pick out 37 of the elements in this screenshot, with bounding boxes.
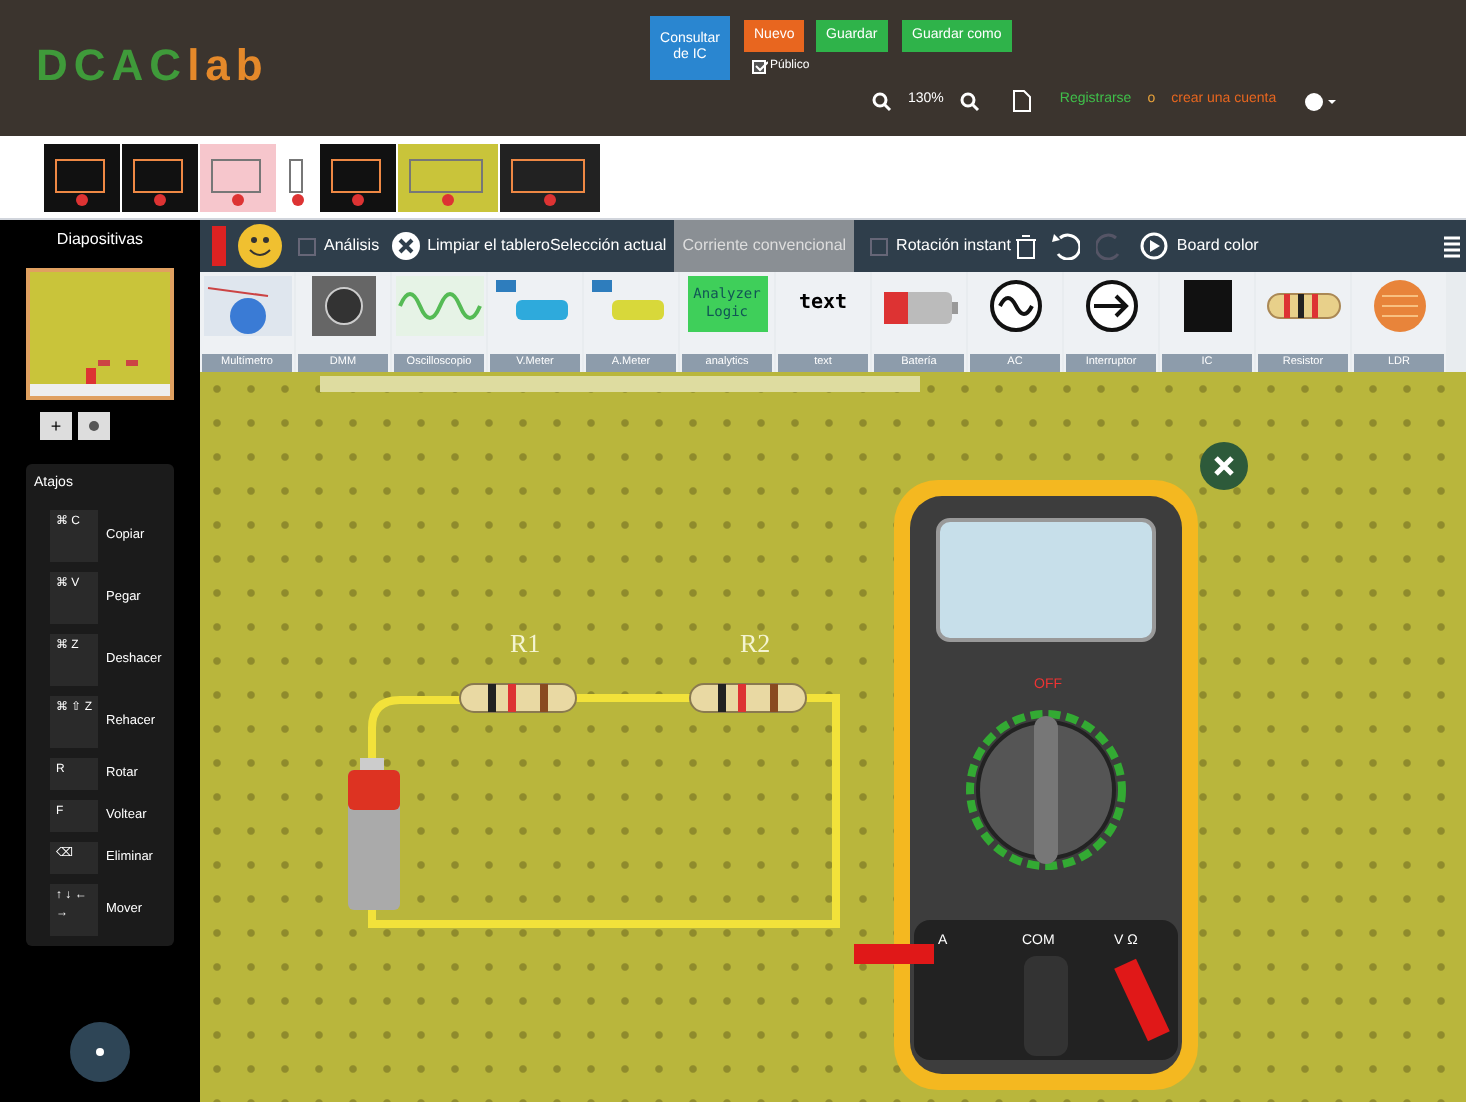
checkbox-label: Análisis bbox=[324, 234, 380, 258]
slide-thumbnail[interactable] bbox=[200, 143, 276, 211]
check-icon bbox=[754, 60, 768, 72]
zoom-out-icon[interactable] bbox=[872, 91, 892, 111]
text-icon: text bbox=[798, 276, 848, 332]
checkbox[interactable] bbox=[870, 237, 889, 255]
slide-thumbnail[interactable] bbox=[122, 143, 198, 211]
copy-icon bbox=[88, 420, 100, 432]
smiley-icon[interactable] bbox=[238, 224, 282, 268]
resistor-label: R2 bbox=[740, 628, 771, 658]
clear-board-button[interactable]: Limpiar el tablero bbox=[427, 234, 550, 258]
close-icon[interactable] bbox=[1200, 442, 1248, 490]
add-slide-button[interactable]: + bbox=[40, 412, 72, 440]
user-menu-icon[interactable] bbox=[1304, 91, 1339, 111]
slide-thumbnail[interactable] bbox=[26, 268, 174, 400]
checkbox[interactable] bbox=[298, 237, 316, 255]
duplicate-slide-button[interactable] bbox=[78, 412, 110, 440]
slide-thumbnail[interactable] bbox=[398, 143, 498, 211]
resistor-label: R1 bbox=[510, 628, 541, 658]
battery[interactable] bbox=[348, 758, 400, 910]
close-icon[interactable] bbox=[391, 232, 420, 260]
board-color-button[interactable]: Board color bbox=[1176, 234, 1259, 258]
sidebar-title: Diapositivas bbox=[56, 228, 144, 252]
resistor[interactable] bbox=[459, 683, 577, 713]
zoom-in-icon[interactable] bbox=[959, 91, 980, 111]
document-icon[interactable] bbox=[1011, 90, 1032, 112]
slide-thumbnail[interactable] bbox=[500, 143, 600, 211]
menu-icon[interactable] bbox=[1444, 235, 1460, 257]
logo: DCAC lab bbox=[36, 38, 269, 94]
undo-icon[interactable] bbox=[1052, 232, 1081, 260]
checkbox-label: Rotación instant bbox=[896, 234, 1011, 258]
trash-icon[interactable] bbox=[1016, 233, 1037, 259]
selection-button[interactable]: Selección actual bbox=[549, 234, 667, 258]
play-icon[interactable] bbox=[1140, 232, 1169, 260]
resistor[interactable] bbox=[689, 683, 807, 713]
slide-thumbnail[interactable] bbox=[320, 143, 396, 211]
slide-thumbnail[interactable] bbox=[44, 143, 120, 211]
